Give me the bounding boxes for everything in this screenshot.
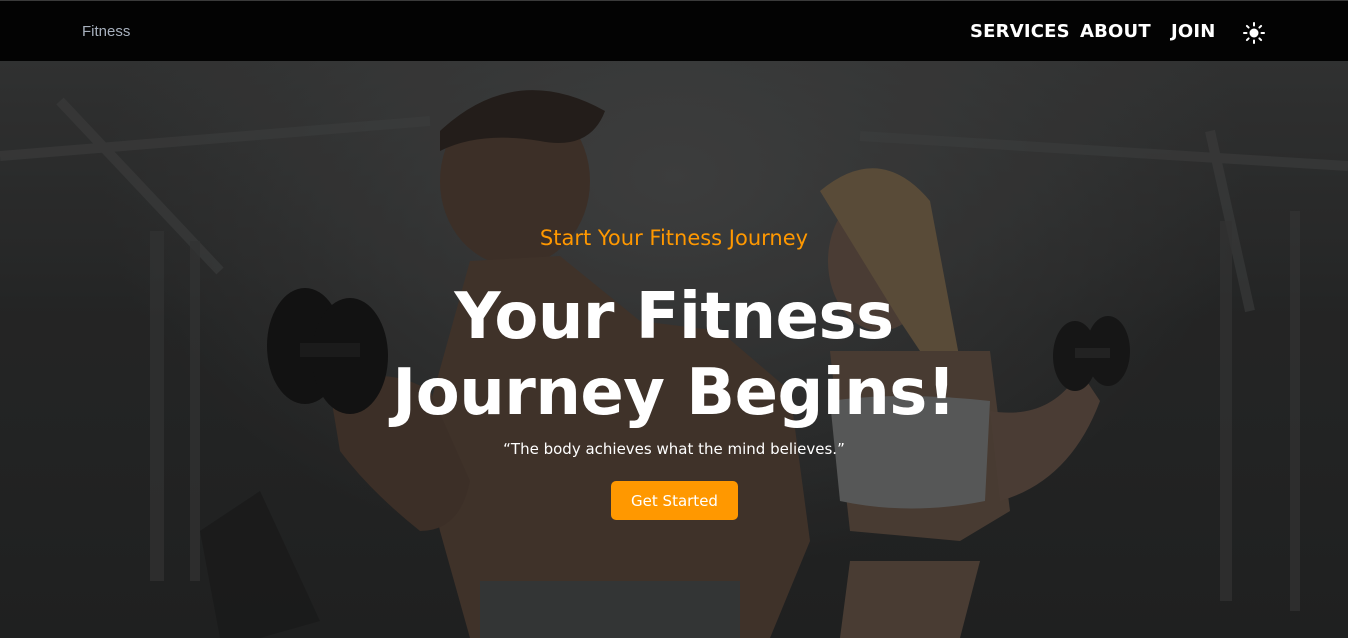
hero-subtitle: Start Your Fitness Journey bbox=[539, 226, 809, 250]
get-started-button[interactable]: Get Started bbox=[611, 481, 738, 520]
top-navbar: Fitness SERVICES ABOUT JOIN bbox=[0, 0, 1348, 61]
hero-headline: Your Fitness Journey Begins! bbox=[0, 279, 1348, 431]
nav-link-services[interactable]: SERVICES bbox=[970, 21, 1070, 42]
hero-quote: “The body achieves what the mind believe… bbox=[503, 440, 845, 458]
nav-link-join[interactable]: JOIN bbox=[1171, 21, 1216, 42]
brand-logo[interactable]: Fitness bbox=[82, 23, 130, 40]
sun-icon[interactable] bbox=[1243, 22, 1265, 44]
nav-link-about[interactable]: ABOUT bbox=[1080, 21, 1151, 42]
hero-section: Start Your Fitness Journey Your Fitness … bbox=[0, 61, 1348, 638]
hero-headline-line-1: Your Fitness bbox=[454, 280, 894, 354]
hero-headline-line-2: Journey Begins! bbox=[392, 356, 956, 430]
hero-content: Start Your Fitness Journey Your Fitness … bbox=[0, 61, 1348, 638]
